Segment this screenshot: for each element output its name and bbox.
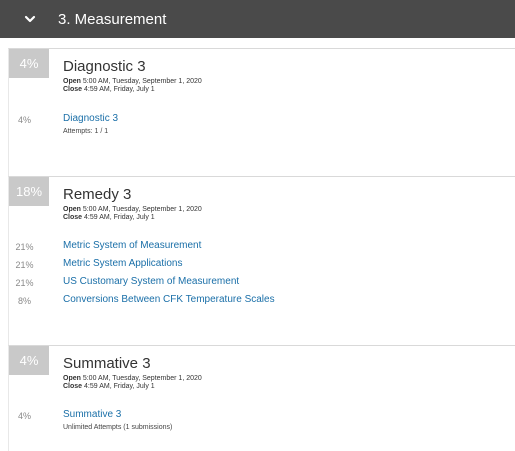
open-label: Open (63, 375, 81, 382)
open-date: 5:00 AM, Tuesday, September 1, 2020 (82, 78, 202, 85)
availability-dates: Open 5:00 AM, Tuesday, September 1, 2020… (63, 78, 202, 94)
panel-title: Summative 3 (63, 355, 151, 372)
availability-dates: Open 5:00 AM, Tuesday, September 1, 2020… (63, 206, 202, 222)
attempts-text: Unlimited Attempts (1 submissions) (63, 424, 173, 431)
section-header-title: 3. Measurement (58, 10, 167, 28)
item-percent: 21% (15, 260, 34, 270)
score-badge: 4% (9, 49, 49, 78)
open-date: 5:00 AM, Tuesday, September 1, 2020 (82, 375, 202, 382)
open-date: 5:00 AM, Tuesday, September 1, 2020 (82, 206, 202, 213)
remedy-panel: 18% Remedy 3 Open 5:00 AM, Tuesday, Sept… (8, 176, 515, 345)
summative-panel: 4% Summative 3 Open 5:00 AM, Tuesday, Se… (8, 345, 515, 451)
item-percent: 21% (15, 278, 34, 288)
item-percent: 21% (15, 242, 34, 252)
item-percent: 4% (17, 115, 31, 125)
close-date: 4:59 AM, Friday, July 1 (84, 86, 155, 93)
attempts-text: Attempts: 1 / 1 (63, 128, 109, 135)
open-label: Open (63, 206, 81, 213)
temperature-conversions-link[interactable]: Conversions Between CFK Temperature Scal… (63, 294, 275, 305)
panel-title: Remedy 3 (63, 186, 132, 203)
close-date: 4:59 AM, Friday, July 1 (84, 383, 155, 390)
close-label: Close (63, 86, 83, 93)
metric-system-applications-link[interactable]: Metric System Applications (63, 258, 183, 269)
close-label: Close (63, 214, 83, 221)
open-label: Open (63, 78, 81, 85)
item-percent: 8% (17, 296, 31, 306)
score-badge: 18% (9, 177, 49, 206)
item-percent: 4% (17, 411, 31, 421)
score-badge: 4% (9, 346, 49, 375)
summative-3-link[interactable]: Summative 3 (63, 409, 121, 420)
availability-dates: Open 5:00 AM, Tuesday, September 1, 2020… (63, 375, 202, 391)
panel-title: Diagnostic 3 (63, 58, 146, 75)
section-header[interactable]: 3. Measurement (0, 0, 515, 38)
diagnostic-panel: 4% Diagnostic 3 Open 5:00 AM, Tuesday, S… (8, 48, 515, 176)
close-date: 4:59 AM, Friday, July 1 (84, 214, 155, 221)
close-label: Close (63, 383, 83, 390)
us-customary-system-link[interactable]: US Customary System of Measurement (63, 276, 239, 287)
chevron-down-icon[interactable] (22, 11, 38, 27)
metric-system-measurement-link[interactable]: Metric System of Measurement (63, 240, 201, 251)
diagnostic-3-link[interactable]: Diagnostic 3 (63, 113, 118, 124)
